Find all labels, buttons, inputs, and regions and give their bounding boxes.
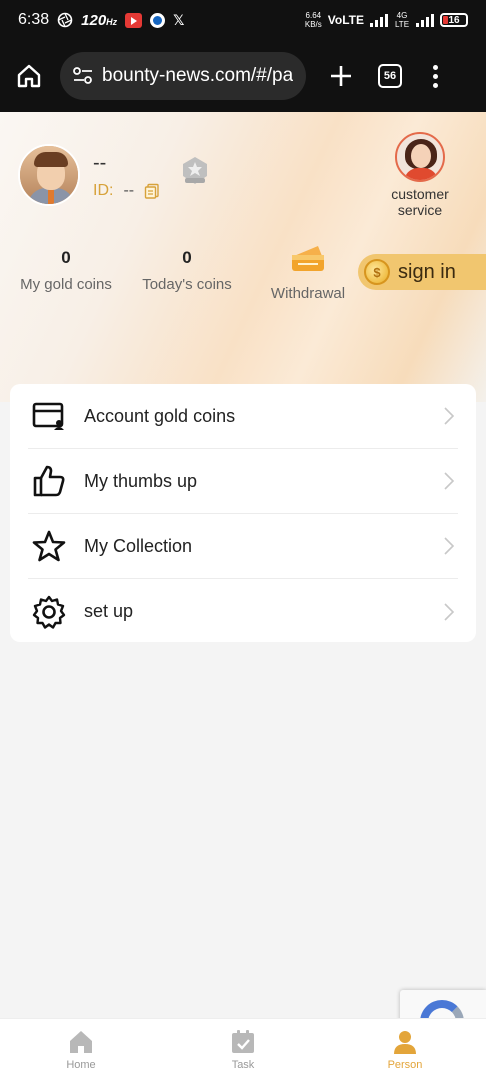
menu-item-set-up[interactable]: set up — [28, 579, 458, 644]
lte-label: 4G LTE — [394, 11, 410, 29]
coin-icon: $ — [364, 259, 390, 285]
withdrawal-label: Withdrawal — [270, 285, 346, 302]
withdrawal-icon — [292, 246, 324, 271]
avatar[interactable] — [18, 144, 80, 206]
aperture-icon — [57, 12, 73, 28]
today-coins-label: Today's coins — [142, 276, 232, 293]
person-icon — [394, 1031, 416, 1054]
copy-icon[interactable] — [144, 183, 160, 199]
menu-label: Account gold coins — [84, 405, 236, 426]
menu-item-account-gold-coins[interactable]: Account gold coins — [28, 384, 458, 449]
status-time: 6:38 — [18, 11, 50, 28]
sign-in-label: sign in — [398, 260, 456, 283]
battery-icon: 16 — [440, 13, 468, 27]
plus-icon — [331, 66, 351, 86]
menu-item-my-thumbs-up[interactable]: My thumbs up — [28, 449, 458, 514]
x-app-icon: 𝕏 — [173, 11, 185, 28]
new-tab-button[interactable] — [326, 61, 356, 91]
id-label: ID: — [93, 182, 114, 199]
id-value: -- — [123, 182, 135, 199]
menu-label: My Collection — [84, 535, 193, 556]
chevron-right-icon — [444, 602, 455, 621]
nav-label: Person — [387, 1059, 423, 1071]
stat-gold-coins[interactable]: 0 My gold coins — [18, 248, 114, 293]
net-speed: 6.64 KB/s — [304, 11, 322, 29]
browser-toolbar: bounty-news.com/#/pa 56 — [0, 40, 486, 112]
gold-coins-label: My gold coins — [20, 276, 112, 293]
chevron-right-icon — [444, 407, 455, 425]
withdrawal-button[interactable]: Withdrawal — [266, 242, 350, 302]
gold-coins-value: 0 — [61, 248, 71, 267]
nav-task[interactable]: Task — [162, 1019, 324, 1080]
menu-item-my-collection[interactable]: My Collection — [28, 514, 458, 579]
app-notification-icon — [150, 12, 166, 28]
chevron-right-icon — [444, 472, 455, 490]
nav-home[interactable]: Home — [0, 1019, 162, 1080]
star-icon — [30, 527, 68, 565]
customer-service-avatar[interactable] — [395, 132, 445, 182]
nav-label: Home — [66, 1059, 96, 1071]
site-settings-icon[interactable] — [72, 66, 94, 86]
browser-home-button[interactable] — [14, 61, 44, 91]
menu-card: Account gold coins My thumbs up My Colle… — [10, 384, 476, 642]
tab-switcher-button[interactable]: 56 — [378, 64, 402, 88]
sign-in-button[interactable]: $ sign in — [358, 254, 486, 290]
url-text[interactable]: bounty-news.com/#/pa — [102, 65, 293, 87]
home-icon — [70, 1031, 92, 1053]
volte-label: VoLTE — [327, 13, 364, 27]
customer-service-button[interactable]: customer service — [380, 132, 460, 218]
status-left: 6:38 120Hz 𝕏 — [18, 11, 184, 29]
status-bar: 6:38 120Hz 𝕏 6.64 KB/s VoLTE 4G LTE 16 — [0, 0, 486, 40]
status-right: 6.64 KB/s VoLTE 4G LTE 16 — [305, 11, 468, 29]
bottom-nav: Home Task Person — [0, 1018, 486, 1080]
gear-icon — [30, 593, 68, 631]
customer-service-label[interactable]: customer service — [380, 186, 460, 218]
thumbs-up-icon — [30, 462, 68, 500]
nav-label: Task — [231, 1059, 255, 1071]
youtube-icon — [125, 12, 143, 28]
stat-today-coins[interactable]: 0 Today's coins — [138, 248, 236, 293]
signal-icon — [370, 13, 388, 27]
home-outline-icon — [17, 64, 41, 88]
profile-header: -- ID: -- customer service 0 My gold coi… — [0, 112, 486, 402]
menu-label: My thumbs up — [84, 470, 198, 491]
browser-menu-button[interactable] — [430, 64, 440, 88]
refresh-rate: 120Hz — [81, 11, 118, 29]
wallet-icon — [30, 397, 68, 435]
menu-label: set up — [84, 601, 134, 621]
signal-icon-2 — [416, 13, 434, 27]
nav-person[interactable]: Person — [324, 1019, 486, 1080]
chevron-right-icon — [444, 537, 455, 555]
address-bar[interactable]: bounty-news.com/#/pa — [60, 52, 306, 100]
today-coins-value: 0 — [182, 248, 192, 267]
username: -- — [93, 152, 107, 174]
task-icon — [232, 1030, 254, 1053]
vip-level-icon — [183, 157, 207, 184]
user-id-row: ID: -- — [93, 182, 160, 200]
